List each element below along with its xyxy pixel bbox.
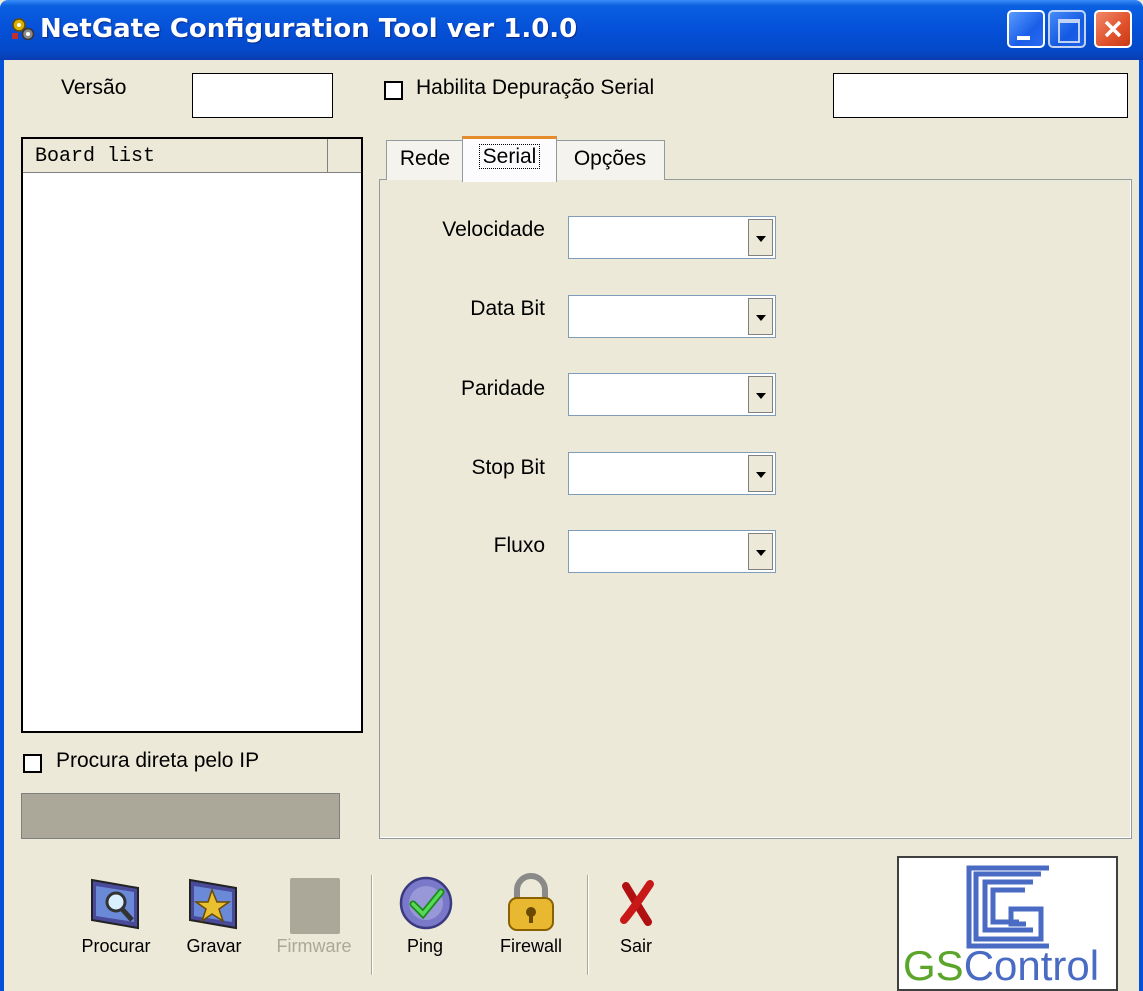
chevron-down-icon[interactable]	[748, 376, 773, 413]
close-button[interactable]	[1094, 10, 1132, 48]
ping-button[interactable]: Ping	[391, 870, 459, 970]
close-icon	[1104, 20, 1122, 38]
direct-ip-field[interactable]	[21, 793, 340, 839]
window-frame-left	[0, 60, 4, 991]
minimize-button[interactable]	[1007, 10, 1045, 48]
tab-rede-label: Rede	[399, 147, 451, 170]
tab-serial-label: Serial	[478, 144, 541, 169]
exit-x-icon	[620, 880, 654, 926]
toolbar-separator	[587, 875, 589, 975]
serial-debug-checkbox[interactable]	[384, 81, 403, 100]
toolbar-separator	[371, 875, 373, 975]
chevron-down-icon[interactable]	[748, 298, 773, 335]
data-bit-select[interactable]	[568, 295, 776, 338]
chevron-down-icon[interactable]	[748, 455, 773, 492]
write-button[interactable]: Gravar	[176, 870, 252, 970]
gscontrol-logo: GSControl	[897, 856, 1118, 991]
firewall-button-label: Firewall	[499, 936, 562, 956]
stop-bit-label: Stop Bit	[471, 456, 545, 479]
search-button[interactable]: Procurar	[70, 870, 162, 970]
exit-button[interactable]: Sair	[604, 870, 668, 970]
firmware-icon	[290, 878, 340, 934]
search-monitor-icon	[91, 878, 139, 930]
status-field[interactable]	[833, 73, 1128, 118]
logo-text-control: Control	[963, 942, 1100, 989]
tab-opcoes-label: Opções	[573, 147, 647, 170]
direct-ip-label: Procura direta pelo IP	[56, 749, 260, 772]
window-title: NetGate Configuration Tool ver 1.0.0	[40, 14, 578, 44]
tab-opcoes[interactable]: Opções	[555, 140, 665, 180]
direct-ip-checkbox[interactable]	[23, 754, 42, 773]
search-button-label: Procurar	[81, 936, 151, 956]
board-list[interactable]: Board list	[21, 137, 363, 733]
maximize-button[interactable]	[1048, 10, 1086, 48]
exit-button-label: Sair	[619, 936, 652, 956]
firewall-button[interactable]: Firewall	[489, 870, 573, 970]
tab-panel-serial	[379, 179, 1132, 839]
stop-bit-select[interactable]	[568, 452, 776, 495]
write-button-label: Gravar	[186, 936, 242, 956]
gscontrol-logo-mark	[966, 865, 1049, 949]
tab-rede[interactable]: Rede	[386, 140, 464, 180]
minimize-icon	[1017, 36, 1030, 40]
version-label: Versão	[61, 76, 127, 99]
logo-text-gs: GS	[903, 942, 964, 989]
paridade-label: Paridade	[460, 377, 545, 400]
maximize-icon	[1058, 19, 1080, 43]
fluxo-label: Fluxo	[493, 534, 545, 557]
version-field[interactable]	[192, 73, 333, 118]
padlock-icon	[508, 873, 554, 931]
data-bit-label: Data Bit	[470, 297, 545, 320]
tab-serial[interactable]: Serial	[462, 136, 557, 182]
window-frame-right	[1139, 60, 1143, 991]
chevron-down-icon[interactable]	[748, 533, 773, 570]
firmware-button-label: Firmware	[276, 936, 352, 956]
chevron-down-icon[interactable]	[748, 219, 773, 256]
firmware-button[interactable]: Firmware	[266, 870, 362, 970]
fluxo-select[interactable]	[568, 530, 776, 573]
board-list-column-header-extra[interactable]	[328, 139, 361, 173]
ping-button-label: Ping	[406, 936, 444, 956]
board-list-header-text: Board list	[35, 145, 156, 168]
write-monitor-icon	[189, 878, 237, 930]
velocidade-label: Velocidade	[442, 218, 545, 241]
ping-check-icon	[399, 876, 453, 930]
board-list-column-header[interactable]: Board list	[23, 139, 328, 173]
serial-debug-label: Habilita Depuração Serial	[416, 76, 655, 99]
gscontrol-logo-text: GSControl	[903, 942, 1099, 990]
velocidade-select[interactable]	[568, 216, 776, 259]
paridade-select[interactable]	[568, 373, 776, 416]
app-gear-icon	[12, 18, 35, 41]
